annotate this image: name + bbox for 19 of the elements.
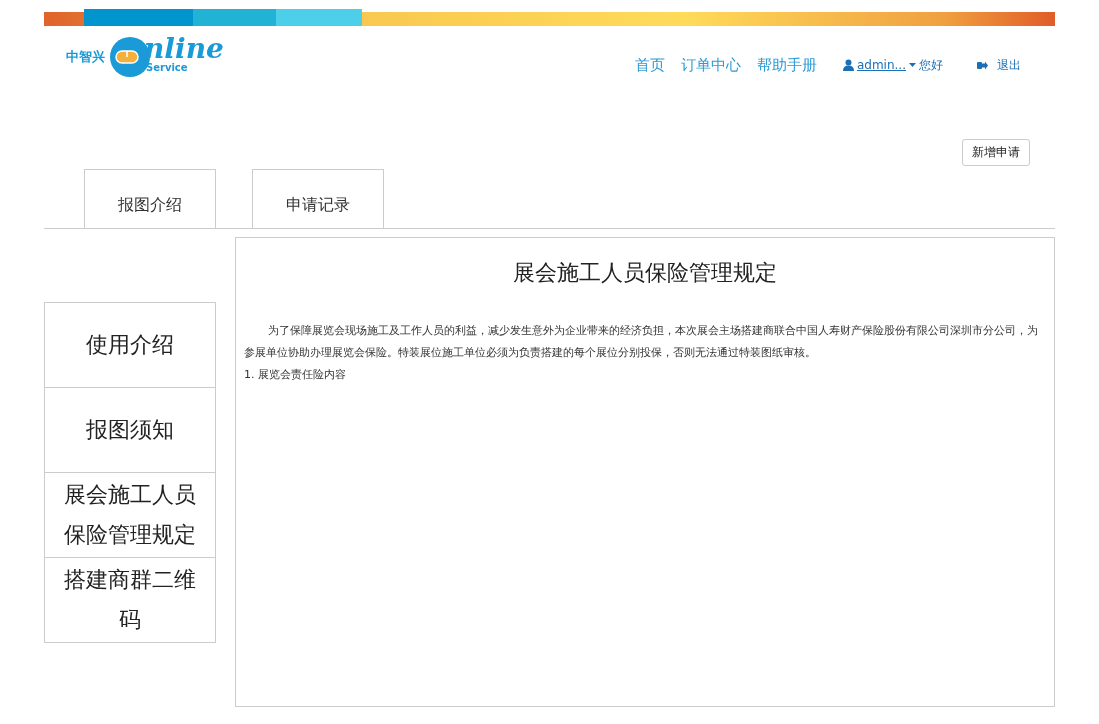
logo-brand-text: 中智兴 (66, 48, 105, 66)
logout-link[interactable]: 退出 (997, 56, 1021, 74)
article-title: 展会施工人员保险管理规定 (512, 259, 778, 287)
greeting-text: 您好 (919, 56, 943, 74)
sidebar-item[interactable]: 展会施工人员保险管理规定 (44, 472, 216, 558)
sidebar-item[interactable]: 使用介绍 (44, 302, 216, 388)
article-paragraph: 为了保障展览会现场施工及工作人员的利益，减少发生意外为企业带来的经济负担，本次展会主场搭建商联合中国人寿财产保险股份有限公司深圳市分公司，为参展单位协助办理展览会保险。特装展位施工单位必须为负责搭建的每个展位分别投保，否则无法通过特装图纸审核。 (244, 323, 1040, 361)
sidebar-item[interactable]: 报图须知 (44, 387, 216, 473)
logout-icon (977, 60, 988, 70)
caret-icon (909, 63, 916, 67)
logo-tagline: Service (146, 63, 189, 73)
new-application-button[interactable]: 新增申请 (962, 139, 1030, 166)
article-list-item: 1. 展览会责任险内容 (244, 367, 347, 383)
sidebar-item[interactable]: 搭建商群二维码 (44, 557, 216, 643)
tab[interactable]: 申请记录 (252, 169, 384, 228)
user-icon (842, 59, 854, 71)
tab[interactable]: 报图介绍 (84, 169, 216, 228)
logo-word: nline (144, 35, 224, 63)
username-link[interactable]: admin... (856, 58, 906, 72)
